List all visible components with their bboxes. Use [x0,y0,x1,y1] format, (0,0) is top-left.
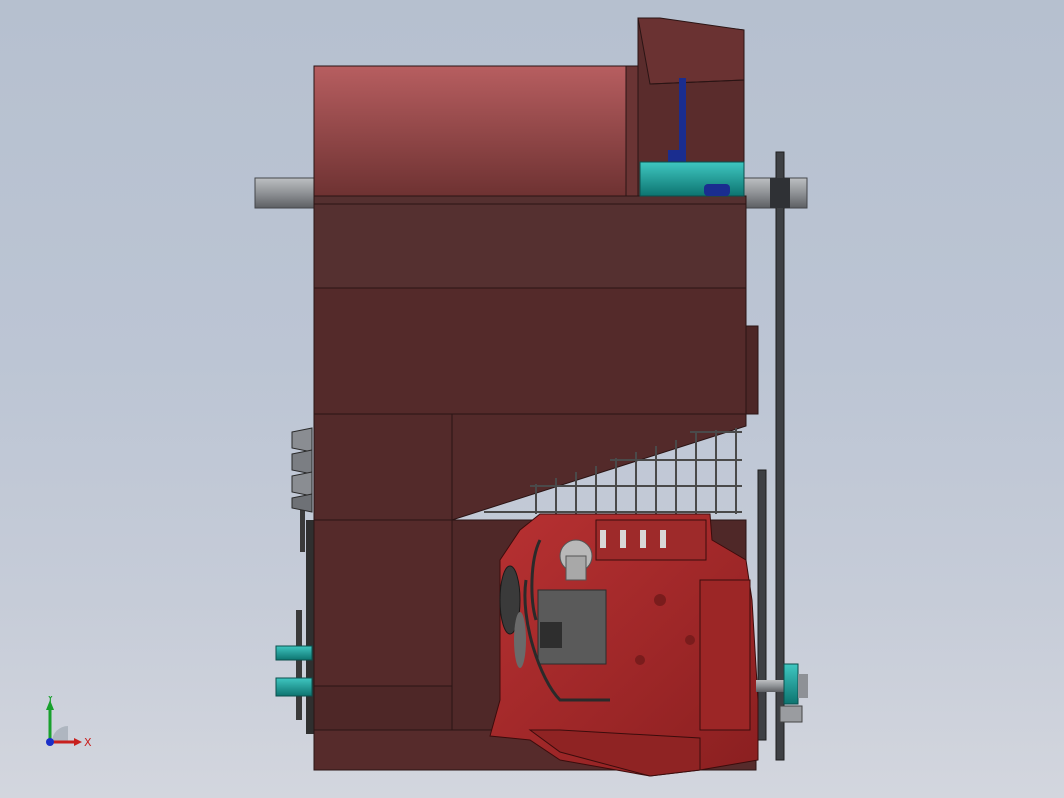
fan-blades[interactable] [291,427,313,513]
z-axis-icon [46,738,54,746]
y-axis-label: Y [46,696,54,705]
coordinate-triad: Y X [46,696,92,749]
cyan-tank[interactable] [639,161,745,197]
left-frame[interactable] [296,500,316,734]
engine[interactable] [489,513,759,777]
x-axis-label: X [84,736,92,749]
cad-viewport[interactable] [0,0,1064,798]
triad-disc [52,726,68,742]
